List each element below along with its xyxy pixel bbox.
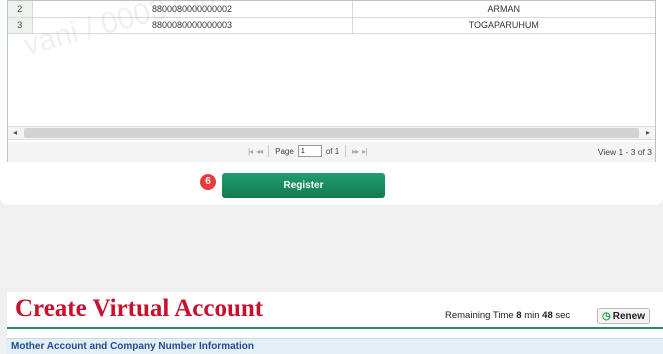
next-page-icon[interactable]: ▸▸	[352, 147, 359, 156]
account-name-cell: TOGAPARUHUM	[352, 17, 655, 34]
register-button[interactable]: Register	[222, 173, 385, 198]
remaining-minutes: 8	[516, 310, 522, 321]
step-badge: 6	[200, 174, 216, 190]
page-count-label: of 1	[325, 146, 340, 156]
scroll-thumb[interactable]	[24, 128, 639, 138]
horizontal-scrollbar[interactable]: ◂ ▸	[8, 126, 655, 140]
clock-icon: ◷	[602, 310, 611, 322]
row-number: 3	[8, 17, 33, 34]
create-virtual-account-section: Create Virtual Account Remaining Time 8 …	[7, 292, 663, 354]
account-number-cell: 8800080000000003	[32, 17, 353, 34]
account-name-cell: ARMAN	[352, 1, 655, 18]
remaining-time: Remaining Time 8 min 48 sec	[445, 310, 570, 321]
account-number-cell: 8800080000000002	[32, 1, 353, 18]
renew-label: Renew	[612, 310, 645, 322]
virtual-account-grid: 2 8800080000000002 ARMAN 3 8800080000000…	[7, 0, 656, 162]
prev-page-icon[interactable]: ◂◂	[256, 147, 263, 156]
table-row[interactable]: 3 8800080000000003 TOGAPARUHUM	[8, 17, 655, 34]
remaining-seconds: 48	[542, 310, 553, 321]
table-row[interactable]: 2 8800080000000002 ARMAN	[8, 1, 655, 18]
row-number: 2	[8, 1, 33, 18]
renew-button[interactable]: ◷ Renew	[597, 308, 650, 324]
first-page-icon[interactable]: |◂	[248, 147, 253, 156]
scroll-left-icon[interactable]: ◂	[8, 127, 22, 139]
title-divider	[7, 327, 663, 329]
grid-card: 2 8800080000000002 ARMAN 3 8800080000000…	[0, 0, 663, 205]
grid-table: 2 8800080000000002 ARMAN 3 8800080000000…	[8, 1, 655, 34]
page-label: Page	[275, 146, 294, 156]
view-range-text: View 1 - 3 of 3	[597, 147, 652, 157]
page-input[interactable]	[297, 145, 322, 157]
section-subheading: Mother Account and Company Number Inform…	[7, 338, 663, 354]
scroll-right-icon[interactable]: ▸	[641, 127, 655, 139]
page-title: Create Virtual Account	[15, 295, 264, 322]
grid-pager: |◂ ◂◂ Page of 1 ▸▸ ▸| View 1 - 3 of 3	[8, 142, 655, 162]
pager-divider	[268, 145, 270, 157]
seconds-label: sec	[555, 310, 571, 321]
last-page-icon[interactable]: ▸|	[362, 147, 367, 156]
remaining-time-label: Remaining Time	[445, 310, 514, 321]
minutes-label: min	[524, 310, 540, 321]
pager-divider	[345, 145, 347, 157]
